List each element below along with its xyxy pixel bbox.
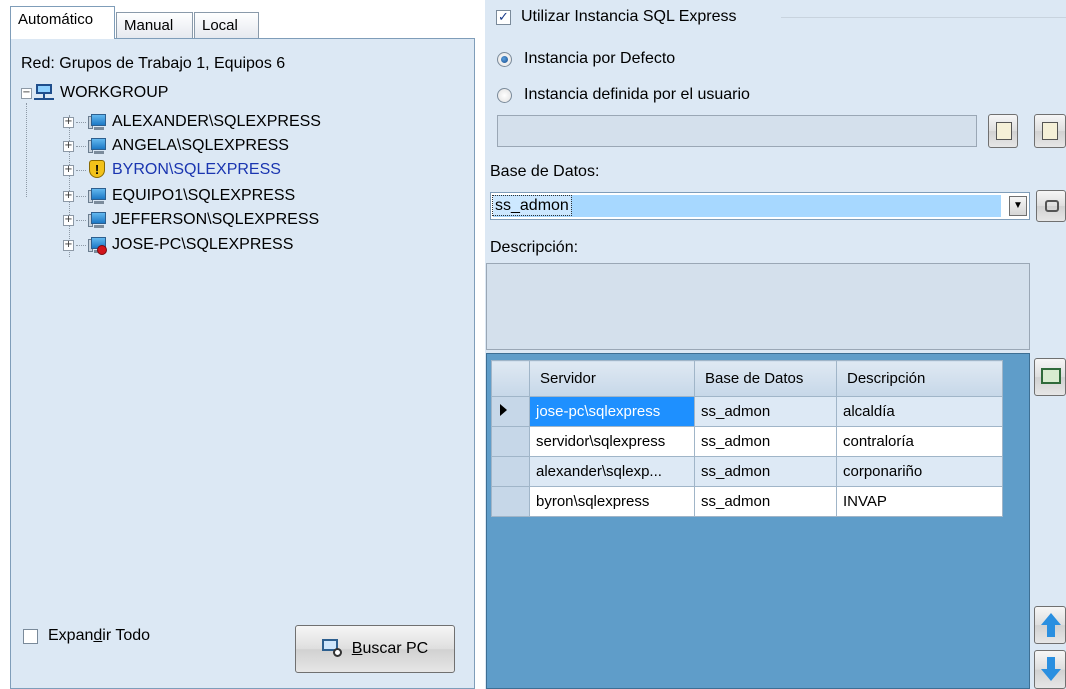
instance-name-input[interactable]	[497, 115, 977, 147]
tree-node-server[interactable]: + EQUIPO1\SQLEXPRESS	[63, 185, 295, 207]
grid-cell-servidor[interactable]: servidor\sqlexpress	[529, 426, 695, 457]
security-shield-icon: !	[88, 160, 106, 180]
arrow-down-icon	[1041, 669, 1061, 681]
user-instance-label: Instancia definida por el usuario	[524, 86, 750, 103]
use-express-option[interactable]: Utilizar Instancia SQL Express	[496, 8, 743, 26]
move-down-button[interactable]	[1034, 650, 1066, 689]
save-connection-button[interactable]	[1034, 358, 1066, 396]
table-row[interactable]: servidor\sqlexpress ss_admon contraloría	[491, 426, 1003, 457]
table-row[interactable]: jose-pc\sqlexpress ss_admon alcaldía	[491, 396, 1003, 427]
database-select[interactable]: ss_admon ▼	[490, 192, 1030, 220]
row-header[interactable]	[491, 456, 530, 487]
expand-all-option[interactable]: Expandir Todo	[23, 627, 150, 645]
grid-cell-descripcion[interactable]: corponariño	[836, 456, 1003, 487]
current-row-indicator[interactable]	[491, 396, 530, 427]
grid-cell-base-de-datos[interactable]: ss_admon	[694, 396, 837, 427]
column-header-servidor[interactable]: Servidor	[529, 360, 695, 397]
chevron-down-icon[interactable]: ▼	[1009, 196, 1027, 216]
network-panel: Red: Grupos de Trabajo 1, Equipos 6 − WO…	[10, 38, 475, 689]
grid-cell-servidor[interactable]: byron\sqlexpress	[529, 486, 695, 517]
computer-icon	[88, 114, 106, 130]
row-pointer-icon	[500, 404, 507, 416]
connections-table[interactable]: Servidor Base de Datos Descripción jose-…	[491, 360, 1003, 517]
grid-cell-base-de-datos[interactable]: ss_admon	[694, 426, 837, 457]
search-computer-icon	[321, 639, 344, 659]
grid-header-row: Servidor Base de Datos Descripción	[491, 360, 1003, 397]
connections-grid[interactable]: Servidor Base de Datos Descripción jose-…	[486, 353, 1030, 689]
computer-icon	[88, 212, 106, 228]
description-textarea[interactable]	[486, 263, 1030, 350]
use-express-checkbox[interactable]	[496, 9, 511, 25]
expand-all-label: Expandir Todo	[48, 627, 151, 644]
search-pc-label: Buscar PC	[351, 640, 429, 657]
column-header-descripcion[interactable]: Descripción	[836, 360, 1003, 397]
database-label: Base de Datos:	[490, 163, 600, 180]
column-header-base-de-datos[interactable]: Base de Datos	[694, 360, 837, 397]
tree-node-server[interactable]: + ANGELA\SQLEXPRESS	[63, 135, 289, 157]
grid-cell-descripcion[interactable]: INVAP	[836, 486, 1003, 517]
tab-local[interactable]: Local	[194, 12, 259, 40]
expand-icon[interactable]: +	[63, 164, 74, 176]
move-up-button[interactable]	[1034, 606, 1066, 644]
user-instance-option[interactable]: Instancia definida por el usuario	[497, 86, 750, 104]
description-label: Descripción:	[490, 239, 579, 256]
arrow-up-icon	[1041, 613, 1061, 625]
grid-save-icon	[1041, 368, 1061, 384]
computer-check-icon	[88, 237, 107, 255]
expand-all-checkbox[interactable]	[23, 628, 38, 644]
browse-instance-button[interactable]	[988, 114, 1018, 148]
collapse-icon[interactable]: −	[21, 87, 32, 99]
expand-icon[interactable]: +	[63, 239, 74, 251]
tree-node-workgroup[interactable]: − WORKGROUP	[21, 82, 168, 104]
use-express-label: Utilizar Instancia SQL Express	[521, 8, 737, 25]
expand-icon[interactable]: +	[63, 214, 74, 226]
search-pc-button[interactable]: Buscar PC	[295, 625, 455, 673]
expand-icon[interactable]: +	[63, 116, 74, 128]
server-list-icon	[996, 122, 1012, 140]
row-header-corner	[491, 360, 530, 397]
table-row[interactable]: byron\sqlexpress ss_admon INVAP	[491, 486, 1003, 517]
tab-automatico[interactable]: Automático	[10, 6, 115, 39]
tab-manual[interactable]: Manual	[116, 12, 193, 40]
default-instance-radio[interactable]	[497, 51, 512, 67]
tree-node-server[interactable]: + ! BYRON\SQLEXPRESS	[63, 159, 281, 181]
grid-cell-base-de-datos[interactable]: ss_admon	[694, 456, 837, 487]
row-header[interactable]	[491, 486, 530, 517]
instance-settings-button[interactable]	[1034, 114, 1066, 148]
network-icon	[34, 84, 54, 102]
user-instance-radio[interactable]	[497, 87, 512, 103]
grid-cell-descripcion[interactable]: contraloría	[836, 426, 1003, 457]
tree-node-server[interactable]: + JEFFERSON\SQLEXPRESS	[63, 209, 319, 231]
expand-icon[interactable]: +	[63, 190, 74, 202]
tree-node-server[interactable]: + ALEXANDER\SQLEXPRESS	[63, 111, 321, 133]
network-summary: Red: Grupos de Trabajo 1, Equipos 6	[21, 55, 286, 72]
expand-icon[interactable]: +	[63, 140, 74, 152]
computer-icon	[88, 138, 106, 154]
database-selected-value: ss_admon	[492, 195, 572, 216]
grid-cell-servidor[interactable]: alexander\sqlexp...	[529, 456, 695, 487]
table-row[interactable]: alexander\sqlexp... ss_admon corponariño	[491, 456, 1003, 487]
grid-cell-descripcion[interactable]: alcaldía	[836, 396, 1003, 427]
computer-icon	[88, 188, 106, 204]
server-list-icon	[1042, 122, 1058, 140]
grid-cell-base-de-datos[interactable]: ss_admon	[694, 486, 837, 517]
grid-cell-servidor[interactable]: jose-pc\sqlexpress	[529, 396, 695, 427]
default-instance-option[interactable]: Instancia por Defecto	[497, 50, 675, 68]
tree-node-server[interactable]: + JOSE-PC\SQLEXPRESS	[63, 234, 293, 256]
binoculars-icon	[1045, 200, 1059, 212]
refresh-databases-button[interactable]	[1036, 190, 1066, 222]
row-header[interactable]	[491, 426, 530, 457]
default-instance-label: Instancia por Defecto	[524, 50, 676, 67]
